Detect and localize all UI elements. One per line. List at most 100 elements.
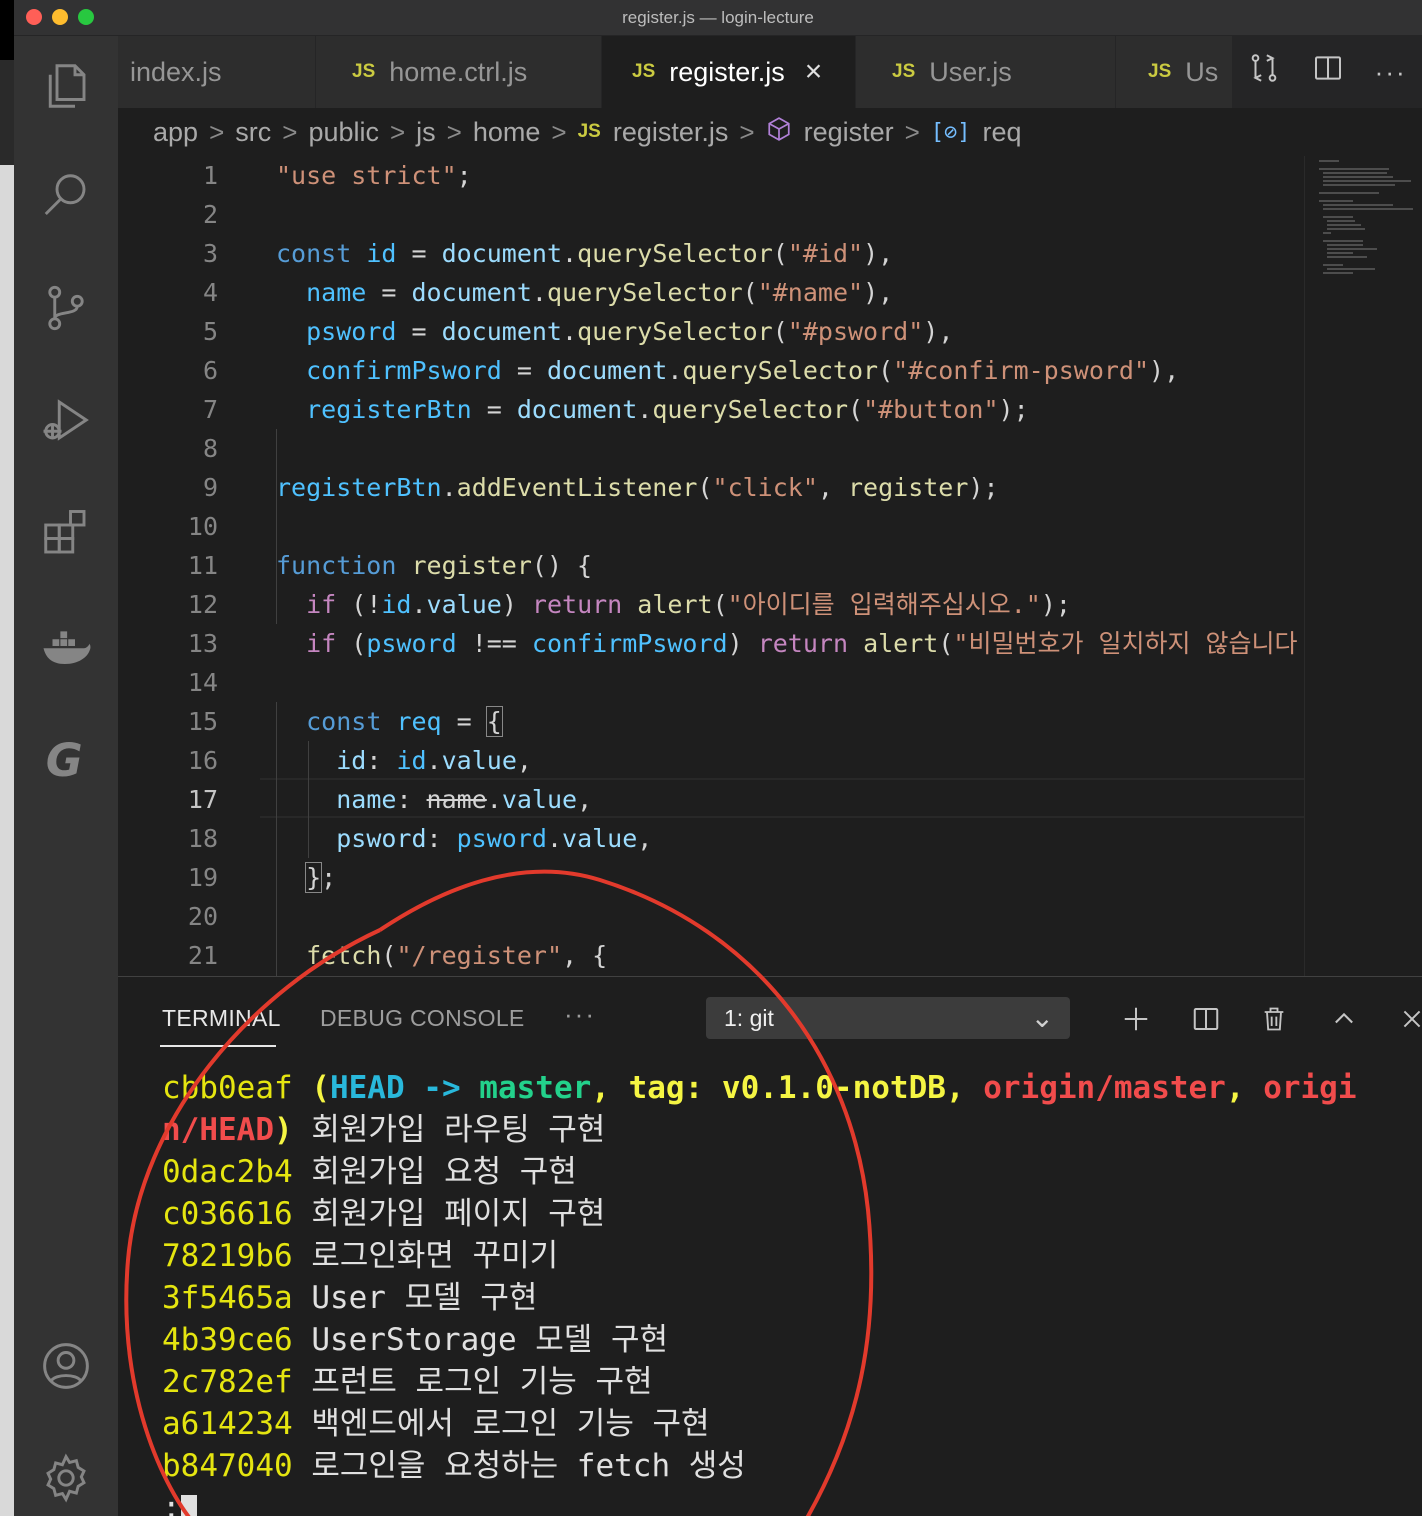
commit-message: 로그인을 요청하는 fetch 생성 — [292, 1448, 746, 1484]
terminal-line-head-wrap: n/HEAD) 회원가입 라우팅 구현 — [162, 1112, 606, 1148]
commit-message: 로그인화면 꾸미기 — [292, 1238, 559, 1274]
breadcrumb-item[interactable]: js — [416, 117, 436, 148]
tab-user-js[interactable]: JS User.js — [856, 36, 1116, 108]
files-icon[interactable] — [36, 56, 96, 116]
split-terminal-icon[interactable] — [1184, 997, 1228, 1041]
line-number: 10 — [187, 512, 218, 541]
docker-icon[interactable] — [36, 616, 96, 676]
code-line-21: fetch("/register", { — [306, 941, 608, 970]
tab-label: User.js — [929, 56, 1012, 87]
svg-text:G: G — [46, 734, 83, 785]
close-icon[interactable] — [1390, 997, 1422, 1041]
line-number: 18 — [187, 824, 218, 853]
breadcrumb-item[interactable]: src — [235, 117, 271, 148]
chevron-down-icon: ⌄ — [1030, 1002, 1054, 1033]
line-number: 6 — [202, 356, 218, 385]
breadcrumb-item[interactable]: home — [473, 117, 541, 148]
commit-message: 프런트 로그인 기능 구현 — [292, 1364, 653, 1400]
terminal-cursor — [180, 1494, 197, 1516]
trash-icon[interactable] — [1252, 997, 1296, 1041]
line-number: 19 — [187, 863, 218, 892]
line-number: 3 — [202, 239, 218, 268]
breadcrumb-item[interactable]: register.js — [613, 117, 729, 148]
bottom-panel: TERMINAL DEBUG CONSOLE ··· 1: git ⌄ cbb0… — [118, 976, 1422, 1516]
terminal-output[interactable]: cbb0eaf (HEAD -> master, tag: v0.1.0-not… — [162, 1067, 1357, 1516]
commit-hash: 3f5465a — [162, 1280, 293, 1316]
new-terminal-icon[interactable] — [1114, 997, 1158, 1041]
line-number: 8 — [202, 434, 218, 463]
code-line-16: id: id.value, — [336, 746, 532, 775]
breadcrumb-item[interactable]: req — [983, 117, 1022, 148]
gitlens-icon[interactable]: G — [36, 728, 96, 788]
chevron-right-icon: > — [389, 116, 406, 147]
editor-actions: ··· — [1232, 36, 1422, 108]
terminal-prompt: : — [162, 1487, 1357, 1516]
breadcrumb-item[interactable]: app — [153, 117, 198, 148]
line-number: 16 — [187, 746, 218, 775]
tab-label: home.ctrl.js — [389, 56, 528, 87]
active-tab-indicator — [160, 1045, 276, 1047]
commit-message: 회원가입 요청 구현 — [292, 1154, 577, 1190]
tab-terminal[interactable]: TERMINAL — [162, 1005, 281, 1032]
code-line-3: const id = document.querySelector("#id")… — [276, 239, 894, 268]
js-file-icon: JS — [632, 61, 656, 82]
tab-home-ctrl-js[interactable]: JS home.ctrl.js — [316, 36, 602, 108]
js-file-icon: JS — [892, 61, 916, 82]
run-debug-icon[interactable] — [36, 390, 96, 450]
account-icon[interactable] — [36, 1336, 96, 1396]
commit-message: UserStorage 모델 구현 — [292, 1322, 669, 1358]
js-file-icon: JS — [577, 121, 601, 142]
commit-message: 회원가입 페이지 구현 — [292, 1196, 606, 1232]
tab-debug-console[interactable]: DEBUG CONSOLE — [320, 1005, 525, 1032]
commit-hash: 78219b6 — [162, 1238, 293, 1274]
more-panel-tabs-icon[interactable]: ··· — [564, 999, 596, 1030]
commit-hash: b847040 — [162, 1448, 293, 1484]
code-line-11: function register() { — [276, 551, 593, 580]
code-line-9: registerBtn.addEventListener("click", re… — [276, 473, 999, 502]
code-line-17: name: name.value, — [336, 785, 593, 814]
commit-line: 3f5465a User 모델 구현 — [162, 1277, 1357, 1319]
chevron-up-icon[interactable] — [1322, 997, 1366, 1041]
terminal-select[interactable]: 1: git ⌄ — [706, 997, 1070, 1039]
code-line-5: psword = document.querySelector("#psword… — [306, 317, 954, 346]
activity-bar: G — [14, 36, 118, 1516]
code-editor[interactable]: 1 2 3 4 5 6 7 8 9 10 11 12 13 14 15 16 17 18 19 20 21 "use s… — [118, 156, 1422, 976]
js-file-icon: JS — [1148, 61, 1172, 82]
breadcrumb-item[interactable]: public — [308, 117, 379, 148]
code-line-13: if (psword !== confirmPsword) return ale… — [306, 629, 1298, 658]
line-number: 11 — [187, 551, 218, 580]
editor-tabs: index.js JS home.ctrl.js JS register.js … — [118, 36, 1422, 108]
commit-hash: a614234 — [162, 1406, 293, 1442]
more-actions-icon[interactable]: ··· — [1375, 57, 1407, 88]
commit-message: User 모델 구현 — [292, 1280, 538, 1316]
tab-label: Us — [1185, 56, 1219, 87]
line-number: 1 — [202, 161, 218, 190]
extensions-icon[interactable] — [36, 504, 96, 564]
commit-line: 4b39ce6 UserStorage 모델 구현 — [162, 1319, 1357, 1361]
chevron-right-icon: > — [446, 116, 462, 147]
minimap[interactable] — [1304, 156, 1422, 976]
tab-userstorage-js[interactable]: JS Us — [1116, 36, 1236, 108]
chevron-right-icon: > — [551, 116, 567, 147]
js-file-icon: JS — [352, 61, 376, 82]
open-changes-icon[interactable] — [1247, 51, 1281, 93]
breadcrumb-item[interactable]: register — [804, 117, 894, 148]
line-number: 14 — [187, 668, 218, 697]
commit-line: 2c782ef 프런트 로그인 기능 구현 — [162, 1361, 1357, 1403]
tab-index-js[interactable]: index.js — [118, 36, 316, 108]
commit-line: c036616 회원가입 페이지 구현 — [162, 1193, 1357, 1235]
code-line-1: "use strict"; — [276, 161, 472, 190]
tab-label: register.js — [669, 56, 785, 87]
split-editor-icon[interactable] — [1312, 52, 1344, 92]
code-line-18: psword: psword.value, — [336, 824, 653, 853]
search-icon[interactable] — [36, 166, 96, 226]
tab-register-js[interactable]: JS register.js × — [602, 36, 856, 108]
settings-gear-icon[interactable] — [36, 1448, 96, 1508]
commit-line: b847040 로그인을 요청하는 fetch 생성 — [162, 1445, 1357, 1487]
terminal-select-value: 1: git — [724, 1004, 774, 1031]
close-tab-icon[interactable]: × — [805, 55, 823, 89]
line-number: 12 — [187, 590, 218, 619]
vscode-window: register.js — login-lecture G index.js J… — [14, 0, 1422, 1516]
code-line-6: confirmPsword = document.querySelector("… — [306, 356, 1180, 385]
source-control-icon[interactable] — [36, 278, 96, 338]
